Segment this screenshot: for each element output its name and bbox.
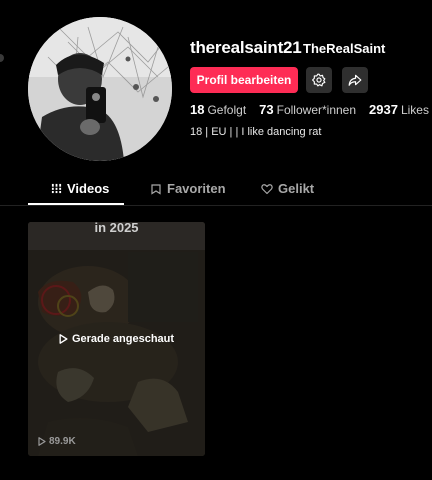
- watched-label: Gerade angeschaut: [28, 333, 205, 345]
- tab-liked-label: Gelikt: [278, 181, 315, 196]
- gear-icon: [312, 73, 326, 87]
- avatar[interactable]: [28, 17, 172, 161]
- view-count: 89.9K: [38, 436, 76, 447]
- stat-followers-value: 73: [259, 102, 274, 117]
- stat-likes: 2937 Likes: [369, 102, 429, 117]
- play-icon: [38, 437, 46, 446]
- bookmark-icon: [151, 183, 161, 195]
- tab-videos-label: Videos: [67, 181, 110, 196]
- share-icon: [348, 74, 362, 86]
- share-button[interactable]: [342, 67, 368, 93]
- watched-text: Gerade angeschaut: [71, 333, 175, 345]
- stat-followers-label: Follower*innen: [276, 103, 357, 117]
- tab-videos[interactable]: Videos: [51, 181, 109, 196]
- tab-liked[interactable]: Gelikt: [261, 181, 314, 196]
- bio: 18 | EU | | I like dancing rat: [190, 126, 322, 138]
- profile-tabs: Videos Favoriten Gelikt: [0, 172, 432, 206]
- stat-likes-label: Likes: [400, 103, 429, 117]
- video-card[interactable]: in 2025 Gerade angeschaut 89.9K: [28, 222, 205, 456]
- avatar-image: [28, 17, 172, 161]
- grid-icon: [51, 183, 62, 194]
- active-tab-indicator: [28, 203, 124, 205]
- username: therealsaint21: [190, 38, 302, 57]
- tab-favorites[interactable]: Favoriten: [150, 181, 226, 196]
- edge-indicator: [0, 54, 4, 62]
- stat-following-label: Gefolgt: [207, 103, 247, 117]
- stat-followers[interactable]: 73 Follower*innen: [259, 102, 356, 117]
- stat-following-value: 18: [190, 102, 205, 117]
- edit-profile-button[interactable]: Profil bearbeiten: [190, 67, 298, 93]
- stat-following[interactable]: 18 Gefolgt: [190, 102, 246, 117]
- play-icon: [59, 334, 68, 344]
- profile-stats: 18 Gefolgt 73 Follower*innen 2937 Likes: [190, 102, 432, 117]
- nickname: TheRealSaint: [303, 41, 386, 56]
- tab-favorites-label: Favoriten: [167, 181, 226, 196]
- video-caption: in 2025: [94, 222, 139, 235]
- stat-likes-value: 2937: [369, 102, 398, 117]
- settings-button[interactable]: [306, 67, 332, 93]
- view-count-value: 89.9K: [49, 436, 76, 447]
- heart-icon: [261, 183, 273, 194]
